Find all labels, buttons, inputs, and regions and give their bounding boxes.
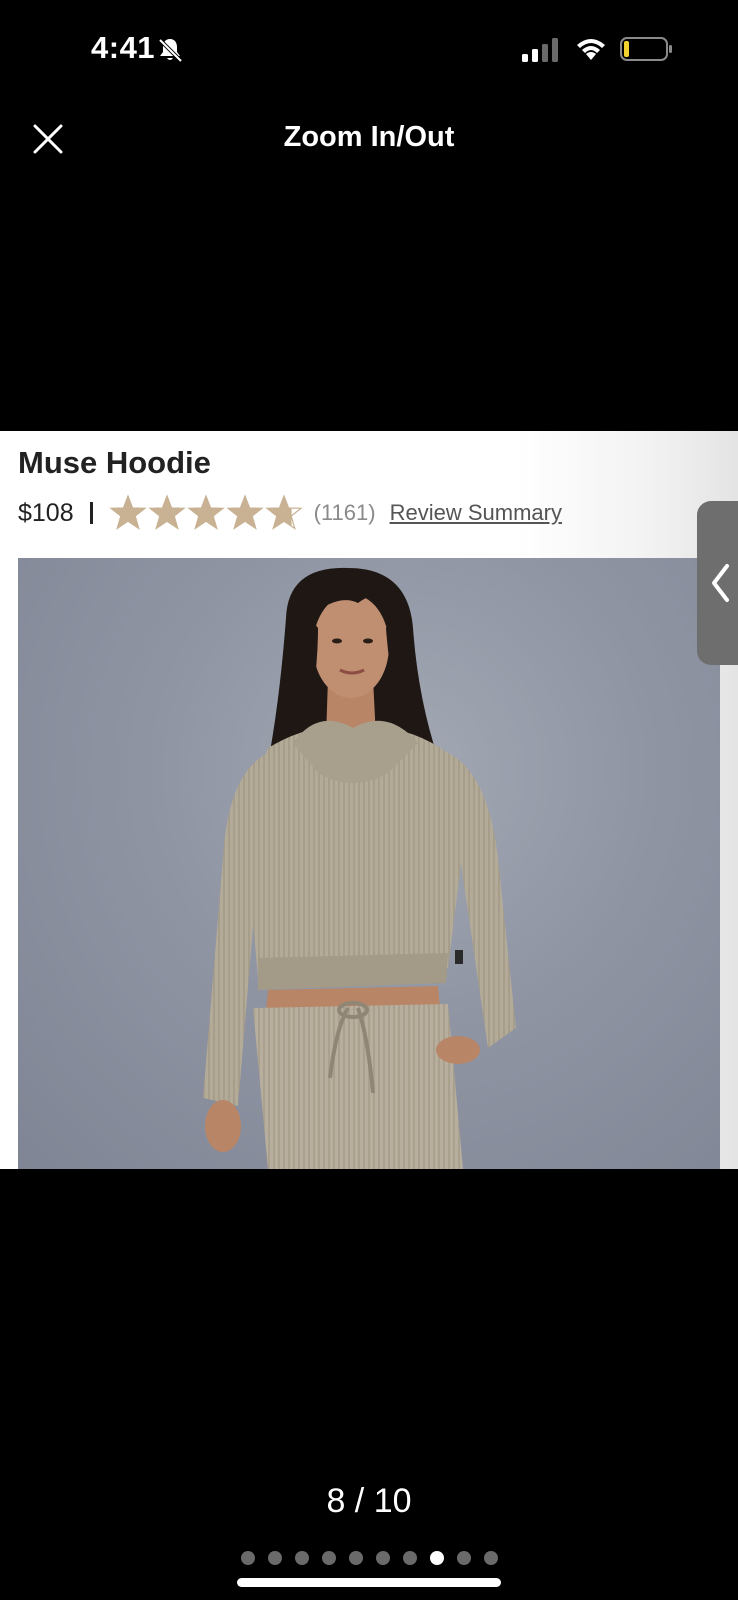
status-bar: 4:41 bbox=[0, 0, 738, 100]
wifi-icon bbox=[577, 39, 605, 60]
pagination-dot[interactable] bbox=[267, 1551, 282, 1565]
page-title: Zoom In/Out bbox=[283, 121, 455, 153]
pagination-dot[interactable] bbox=[240, 1551, 255, 1565]
chevron-left-icon bbox=[712, 564, 729, 602]
pagination-dot[interactable] bbox=[375, 1551, 390, 1565]
divider bbox=[89, 502, 93, 524]
review-summary-link[interactable]: Review Summary bbox=[390, 500, 562, 526]
status-time: 4:41 bbox=[91, 30, 156, 65]
pagination-dot[interactable] bbox=[456, 1551, 471, 1565]
zoom-image-viewer[interactable]: Muse Hoodie $108 (1161) Review Summary bbox=[0, 431, 738, 1169]
star-icon bbox=[108, 494, 147, 530]
pagination-dot[interactable] bbox=[402, 1551, 417, 1565]
star-icon bbox=[147, 494, 186, 530]
page-indicator: 8 / 10 bbox=[326, 1482, 412, 1520]
star-icon bbox=[186, 494, 225, 530]
pagination-dot-active[interactable] bbox=[429, 1551, 444, 1565]
cellular-signal-icon bbox=[522, 38, 558, 62]
pagination-dot[interactable] bbox=[483, 1551, 498, 1565]
product-price: $108 bbox=[18, 498, 74, 527]
home-indicator[interactable] bbox=[237, 1578, 501, 1587]
pagination-dot[interactable] bbox=[348, 1551, 363, 1565]
product-photo bbox=[18, 558, 720, 1169]
star-icon bbox=[264, 494, 303, 530]
model-wearing-hoodie-image bbox=[203, 567, 516, 1169]
review-count: (1161) bbox=[313, 500, 376, 525]
pagination-dots bbox=[0, 1551, 738, 1565]
bell-slash-icon bbox=[158, 38, 183, 63]
star-rating bbox=[108, 494, 304, 532]
side-panel-tab[interactable] bbox=[697, 501, 738, 665]
price-rating-row: $108 (1161) Review Summary bbox=[18, 491, 562, 535]
star-icon bbox=[225, 494, 264, 530]
top-bar: Zoom In/Out bbox=[0, 105, 738, 175]
pagination-dot[interactable] bbox=[321, 1551, 336, 1565]
product-name: Muse Hoodie bbox=[18, 445, 211, 480]
battery-low-icon bbox=[620, 37, 672, 61]
pagination-dot[interactable] bbox=[294, 1551, 309, 1565]
